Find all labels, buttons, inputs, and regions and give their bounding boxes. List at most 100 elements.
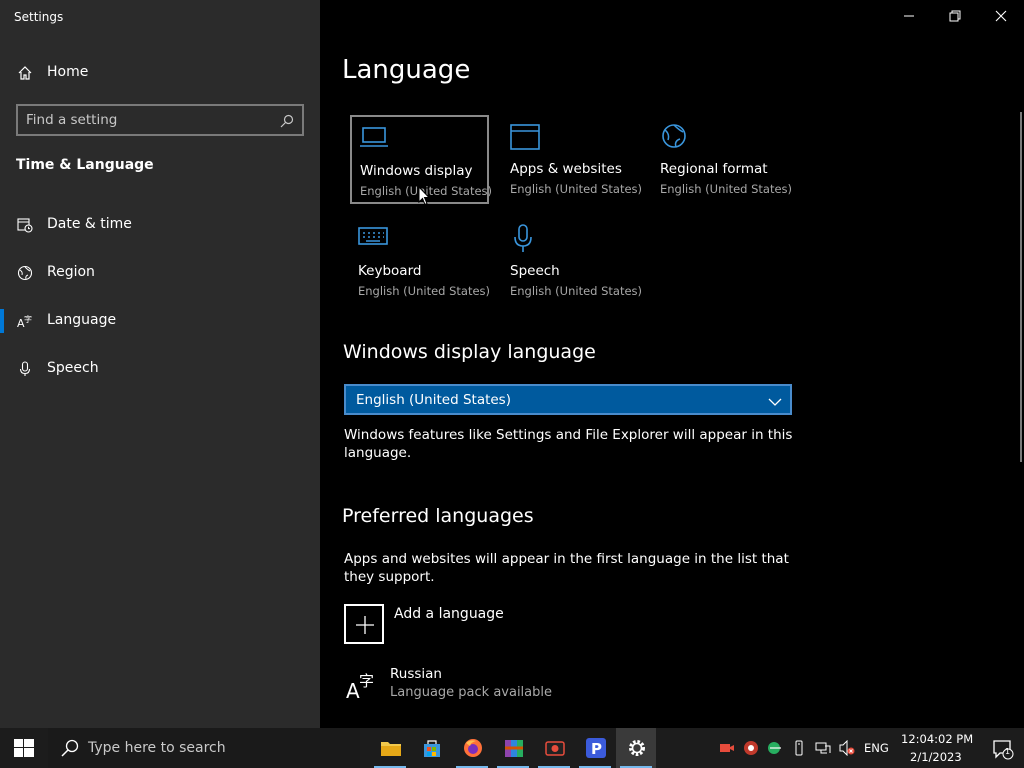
globe-icon: [660, 122, 692, 150]
window-icon: [510, 122, 542, 150]
taskbar-store[interactable]: [411, 728, 451, 768]
tile-title: Speech: [510, 263, 560, 279]
volume-muted-icon[interactable]: [839, 740, 855, 756]
input-language-indicator[interactable]: ENG: [864, 741, 889, 755]
tile-title: Keyboard: [358, 263, 422, 279]
scrollbar[interactable]: [1020, 112, 1022, 462]
display-language-description: Windows features like Settings and File …: [344, 427, 793, 461]
taskbar: Type here to search P ENG 12:04:02 PM 2/…: [0, 728, 1024, 768]
preferred-languages-heading: Preferred languages: [342, 505, 534, 527]
sidebar-item-label: Date & time: [47, 216, 132, 232]
display-language-heading: Windows display language: [343, 341, 596, 363]
sidebar-item-language[interactable]: A字 Language: [0, 301, 320, 341]
tile-subtitle: English (United States): [358, 284, 491, 298]
close-icon: [995, 10, 1007, 22]
language-name: Russian: [390, 666, 442, 682]
microphone-icon: [17, 361, 33, 377]
language-icon: A字: [17, 313, 33, 330]
add-language-label: Add a language: [394, 606, 504, 622]
gear-icon: [629, 740, 645, 756]
svg-text:字: 字: [359, 672, 374, 690]
taskbar-p-app[interactable]: P: [575, 728, 615, 768]
tile-subtitle: English (United States): [660, 182, 793, 196]
dropdown-value: English (United States): [356, 392, 511, 408]
svg-text:A: A: [346, 679, 360, 702]
find-setting-search[interactable]: [16, 104, 304, 136]
main-content: Language Windows display English (United…: [320, 0, 1024, 728]
folder-icon: [381, 742, 401, 756]
tile-title: Windows display: [360, 163, 473, 179]
tile-subtitle: English (United States): [510, 182, 643, 196]
tile-speech[interactable]: Speech English (United States): [502, 217, 643, 306]
app-title: Settings: [14, 10, 64, 24]
home-icon: [17, 65, 33, 81]
action-center-button[interactable]: 1: [992, 738, 1014, 760]
nav-home[interactable]: Home: [0, 58, 320, 88]
page-title: Language: [342, 55, 471, 85]
plus-icon: [344, 604, 384, 644]
sidebar-item-date-time[interactable]: Date & time: [0, 205, 320, 245]
microphone-icon: [510, 224, 542, 252]
sidebar-item-label: Language: [47, 312, 117, 328]
tile-apps-websites[interactable]: Apps & websites English (United States): [502, 115, 643, 204]
window-controls: [886, 0, 1024, 32]
start-button[interactable]: [0, 728, 48, 768]
network-tray-icon[interactable]: [815, 740, 831, 756]
tile-keyboard[interactable]: Keyboard English (United States): [350, 217, 491, 306]
sidebar-item-region[interactable]: Region: [0, 253, 320, 293]
usb-tray-icon[interactable]: [791, 740, 807, 756]
windows-logo-icon: [14, 739, 34, 757]
tile-title: Regional format: [660, 161, 768, 177]
restore-button[interactable]: [932, 0, 978, 32]
taskbar-search-placeholder: Type here to search: [88, 740, 226, 756]
mouse-cursor-icon: [418, 186, 430, 206]
firefox-icon: [464, 739, 482, 757]
minimize-icon: [904, 15, 914, 17]
taskbar-recorder[interactable]: [534, 728, 574, 768]
video-recorder-icon: [545, 741, 565, 756]
clock-date[interactable]: 2/1/2023: [910, 750, 962, 764]
taskbar-firefox[interactable]: [452, 728, 492, 768]
minimize-button[interactable]: [886, 0, 932, 32]
add-language-button[interactable]: Add a language: [344, 604, 644, 644]
tile-title: Apps & websites: [510, 161, 622, 177]
close-button[interactable]: [978, 0, 1024, 32]
notification-icon: [993, 740, 1014, 760]
taskbar-file-explorer[interactable]: [370, 728, 410, 768]
chevron-down-icon: [768, 394, 782, 408]
search-icon: [61, 739, 79, 761]
clock-time[interactable]: 12:04:02 PM: [901, 732, 973, 746]
sidebar-item-label: Speech: [47, 360, 99, 376]
taskbar-winrar[interactable]: [493, 728, 533, 768]
sidebar-item-speech[interactable]: Speech: [0, 349, 320, 389]
antivirus-tray-icon[interactable]: [743, 740, 759, 756]
search-icon[interactable]: [280, 113, 294, 128]
archive-icon: [505, 740, 523, 757]
calendar-clock-icon: [17, 217, 33, 233]
notification-count: 1: [1005, 747, 1011, 756]
network-globe-tray-icon[interactable]: [767, 740, 783, 756]
svg-text:P: P: [591, 740, 602, 758]
camera-recorder-tray-icon[interactable]: [719, 740, 735, 756]
globe-icon: [17, 265, 33, 281]
language-item-russian[interactable]: A字 Russian Language pack available: [344, 664, 644, 708]
sidebar: Settings Home Time & Language Date & tim…: [0, 0, 320, 728]
find-setting-input[interactable]: [26, 110, 276, 130]
language-icon: A字: [346, 668, 378, 703]
nav-home-label: Home: [47, 64, 89, 80]
taskbar-settings[interactable]: [616, 728, 656, 768]
tile-subtitle: English (United States): [510, 284, 643, 298]
sidebar-item-label: Region: [47, 264, 95, 280]
restore-icon: [949, 10, 961, 22]
active-indicator: [0, 309, 4, 333]
tile-regional-format[interactable]: Regional format English (United States): [652, 115, 793, 204]
display-language-dropdown[interactable]: English (United States): [344, 384, 792, 415]
svg-text:字: 字: [24, 314, 32, 324]
keyboard-icon: [358, 224, 390, 252]
laptop-icon: [360, 124, 392, 152]
preferred-languages-description: Apps and websites will appear in the fir…: [344, 551, 789, 585]
taskbar-search[interactable]: Type here to search: [48, 728, 360, 768]
p-app-icon: P: [586, 738, 606, 758]
store-icon: [424, 740, 440, 757]
section-title: Time & Language: [16, 157, 154, 173]
